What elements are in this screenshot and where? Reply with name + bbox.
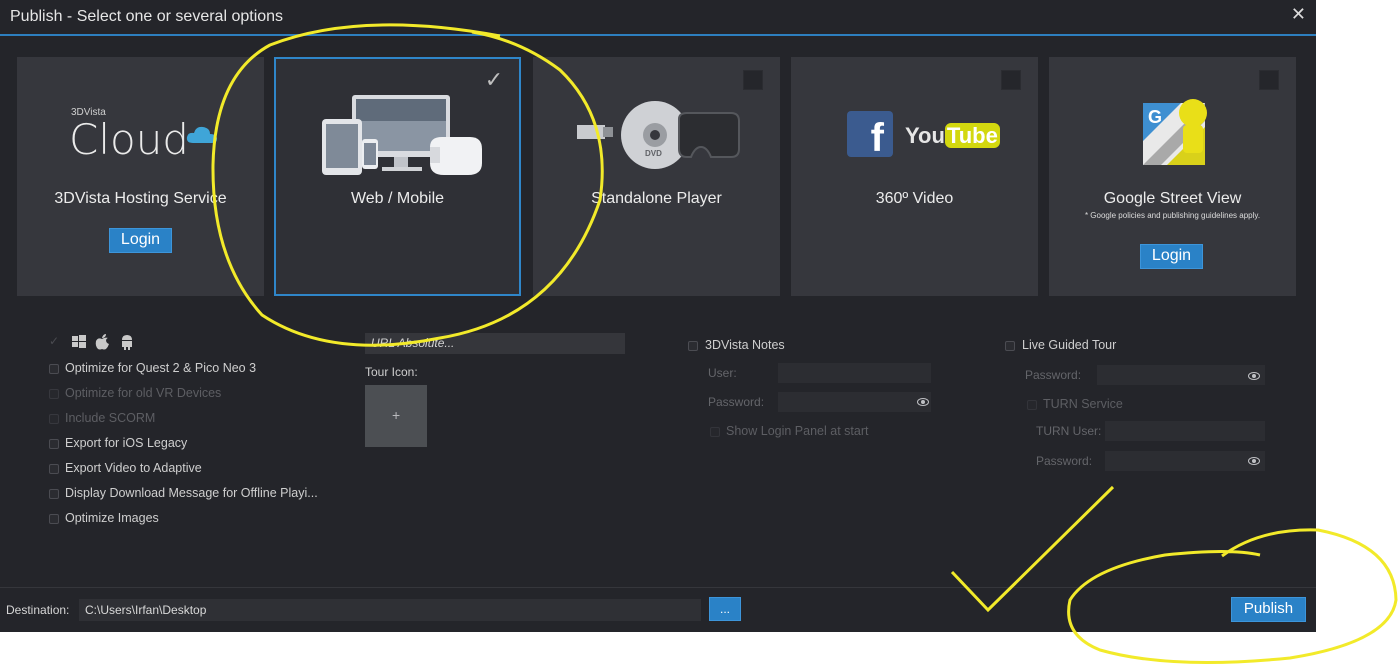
card-web-mobile[interactable]: ✓ Web / Mobile — [274, 57, 521, 296]
url-absolute-input[interactable]: URL Absolute... — [365, 333, 625, 354]
option-checkbox-0[interactable] — [49, 364, 59, 374]
screenshot-stage: Publish - Select one or several options … — [0, 0, 1400, 668]
card-video-label: 360º Video — [875, 190, 954, 207]
eye-icon[interactable] — [1248, 372, 1260, 380]
notes-checkbox[interactable] — [688, 341, 698, 351]
card-360-video[interactable]: f YouTube 360º Video — [791, 57, 1038, 296]
tour-icon-dropzone[interactable]: + — [365, 385, 427, 447]
standalone-checkbox[interactable] — [743, 70, 763, 90]
card-cloud-hosting[interactable]: 3DVista Cloud 3DVista Hosting Service Lo… — [17, 57, 264, 296]
streetview-g-letter: G — [1148, 107, 1163, 127]
streetview-checkbox[interactable] — [1259, 70, 1279, 90]
turn-user-label: TURN User: — [1036, 424, 1102, 438]
destination-value: C:\Users\Irfan\Desktop — [85, 603, 207, 617]
facebook-letter: f — [870, 116, 884, 160]
checkmark-icon-disabled: ✓ — [49, 334, 60, 348]
card-standalone-label: Standalone Player — [591, 190, 722, 207]
destination-label: Destination: — [6, 603, 70, 617]
live-password-label: Password: — [1025, 368, 1082, 382]
apple-icon — [95, 334, 109, 350]
youtube-tube-text: Tube — [944, 123, 1000, 148]
option-label-0: Optimize for Quest 2 & Pico Neo 3 — [65, 361, 257, 375]
option-label-2: Include SCORM — [65, 411, 156, 425]
windows-icon — [72, 335, 86, 348]
turn-user-input[interactable] — [1105, 421, 1265, 441]
notes-password-input[interactable] — [778, 392, 931, 412]
streetview-login-button[interactable]: Login — [1140, 244, 1203, 269]
option-label-6: Optimize Images — [65, 511, 159, 525]
eye-icon[interactable] — [917, 398, 929, 406]
notes-user-label: User: — [708, 366, 737, 380]
streetview-policy-note[interactable]: * Google policies and publishing guideli… — [1049, 211, 1296, 220]
facebook-icon: f — [847, 111, 893, 160]
option-checkbox-5[interactable] — [49, 489, 59, 499]
cloud-logo: 3DVista Cloud — [69, 107, 229, 167]
video-checkbox[interactable] — [1001, 70, 1021, 90]
option-checkbox-2[interactable] — [49, 414, 59, 424]
standalone-media-icon — [577, 101, 740, 169]
live-password-input[interactable] — [1097, 365, 1265, 385]
destination-input[interactable]: C:\Users\Irfan\Desktop — [79, 599, 701, 621]
dialog-title: Publish - Select one or several options — [10, 8, 284, 25]
cloud-login-button[interactable]: Login — [109, 228, 172, 253]
option-label-1: Optimize for old VR Devices — [65, 386, 222, 400]
cloud-icon — [186, 126, 217, 143]
live-tour-checkbox[interactable] — [1005, 341, 1015, 351]
option-checkbox-6[interactable] — [49, 514, 59, 524]
publish-button[interactable]: Publish — [1231, 597, 1306, 622]
url-placeholder: URL Absolute... — [371, 336, 455, 350]
card-standalone-player[interactable]: DVD Standalone Player — [533, 57, 780, 296]
card-cloud-label: 3DVista Hosting Service — [54, 190, 227, 207]
option-checkbox-1[interactable] — [49, 389, 59, 399]
checkmark-icon[interactable]: ✓ — [484, 69, 504, 91]
show-login-label: Show Login Panel at start — [726, 424, 869, 438]
notes-password-label: Password: — [708, 395, 765, 409]
tour-icon-label: Tour Icon: — [365, 365, 418, 379]
youtube-logo: YouTube — [905, 123, 1000, 149]
card-web-label: Web / Mobile — [350, 190, 445, 207]
platform-icons: ✓ — [49, 334, 149, 352]
cloud-logo-text: Cloud — [69, 115, 189, 164]
card-google-street-view[interactable]: G Google Street View * Google policies a… — [1049, 57, 1296, 296]
option-label-5: Display Download Message for Offline Pla… — [65, 486, 318, 500]
add-icon: + — [392, 407, 401, 423]
option-label-3: Export for iOS Legacy — [65, 436, 188, 450]
dvd-text: DVD — [645, 149, 662, 158]
publish-dialog: Publish - Select one or several options … — [0, 0, 1316, 632]
option-checkbox-3[interactable] — [49, 439, 59, 449]
show-login-checkbox[interactable] — [710, 427, 720, 437]
option-label-4: Export Video to Adaptive — [65, 461, 202, 475]
card-streetview-label: Google Street View — [1103, 190, 1242, 207]
bottom-bar: Destination: C:\Users\Irfan\Desktop ... … — [0, 587, 1316, 632]
option-checkbox-4[interactable] — [49, 464, 59, 474]
devices-icon — [322, 95, 482, 175]
notes-title: 3DVista Notes — [705, 338, 785, 352]
eye-icon[interactable] — [1248, 457, 1260, 465]
turn-service-checkbox[interactable] — [1027, 400, 1037, 410]
youtube-you-text: You — [905, 123, 945, 148]
browse-button[interactable]: ... — [709, 597, 741, 621]
close-icon[interactable]: ✕ — [1291, 4, 1306, 25]
turn-service-label: TURN Service — [1043, 397, 1123, 411]
notes-user-input[interactable] — [778, 363, 931, 383]
turn-password-input[interactable] — [1105, 451, 1265, 471]
title-bar: Publish - Select one or several options … — [0, 0, 1316, 36]
live-tour-title: Live Guided Tour — [1022, 338, 1117, 352]
android-icon — [122, 335, 132, 350]
turn-password-label: Password: — [1036, 454, 1093, 468]
